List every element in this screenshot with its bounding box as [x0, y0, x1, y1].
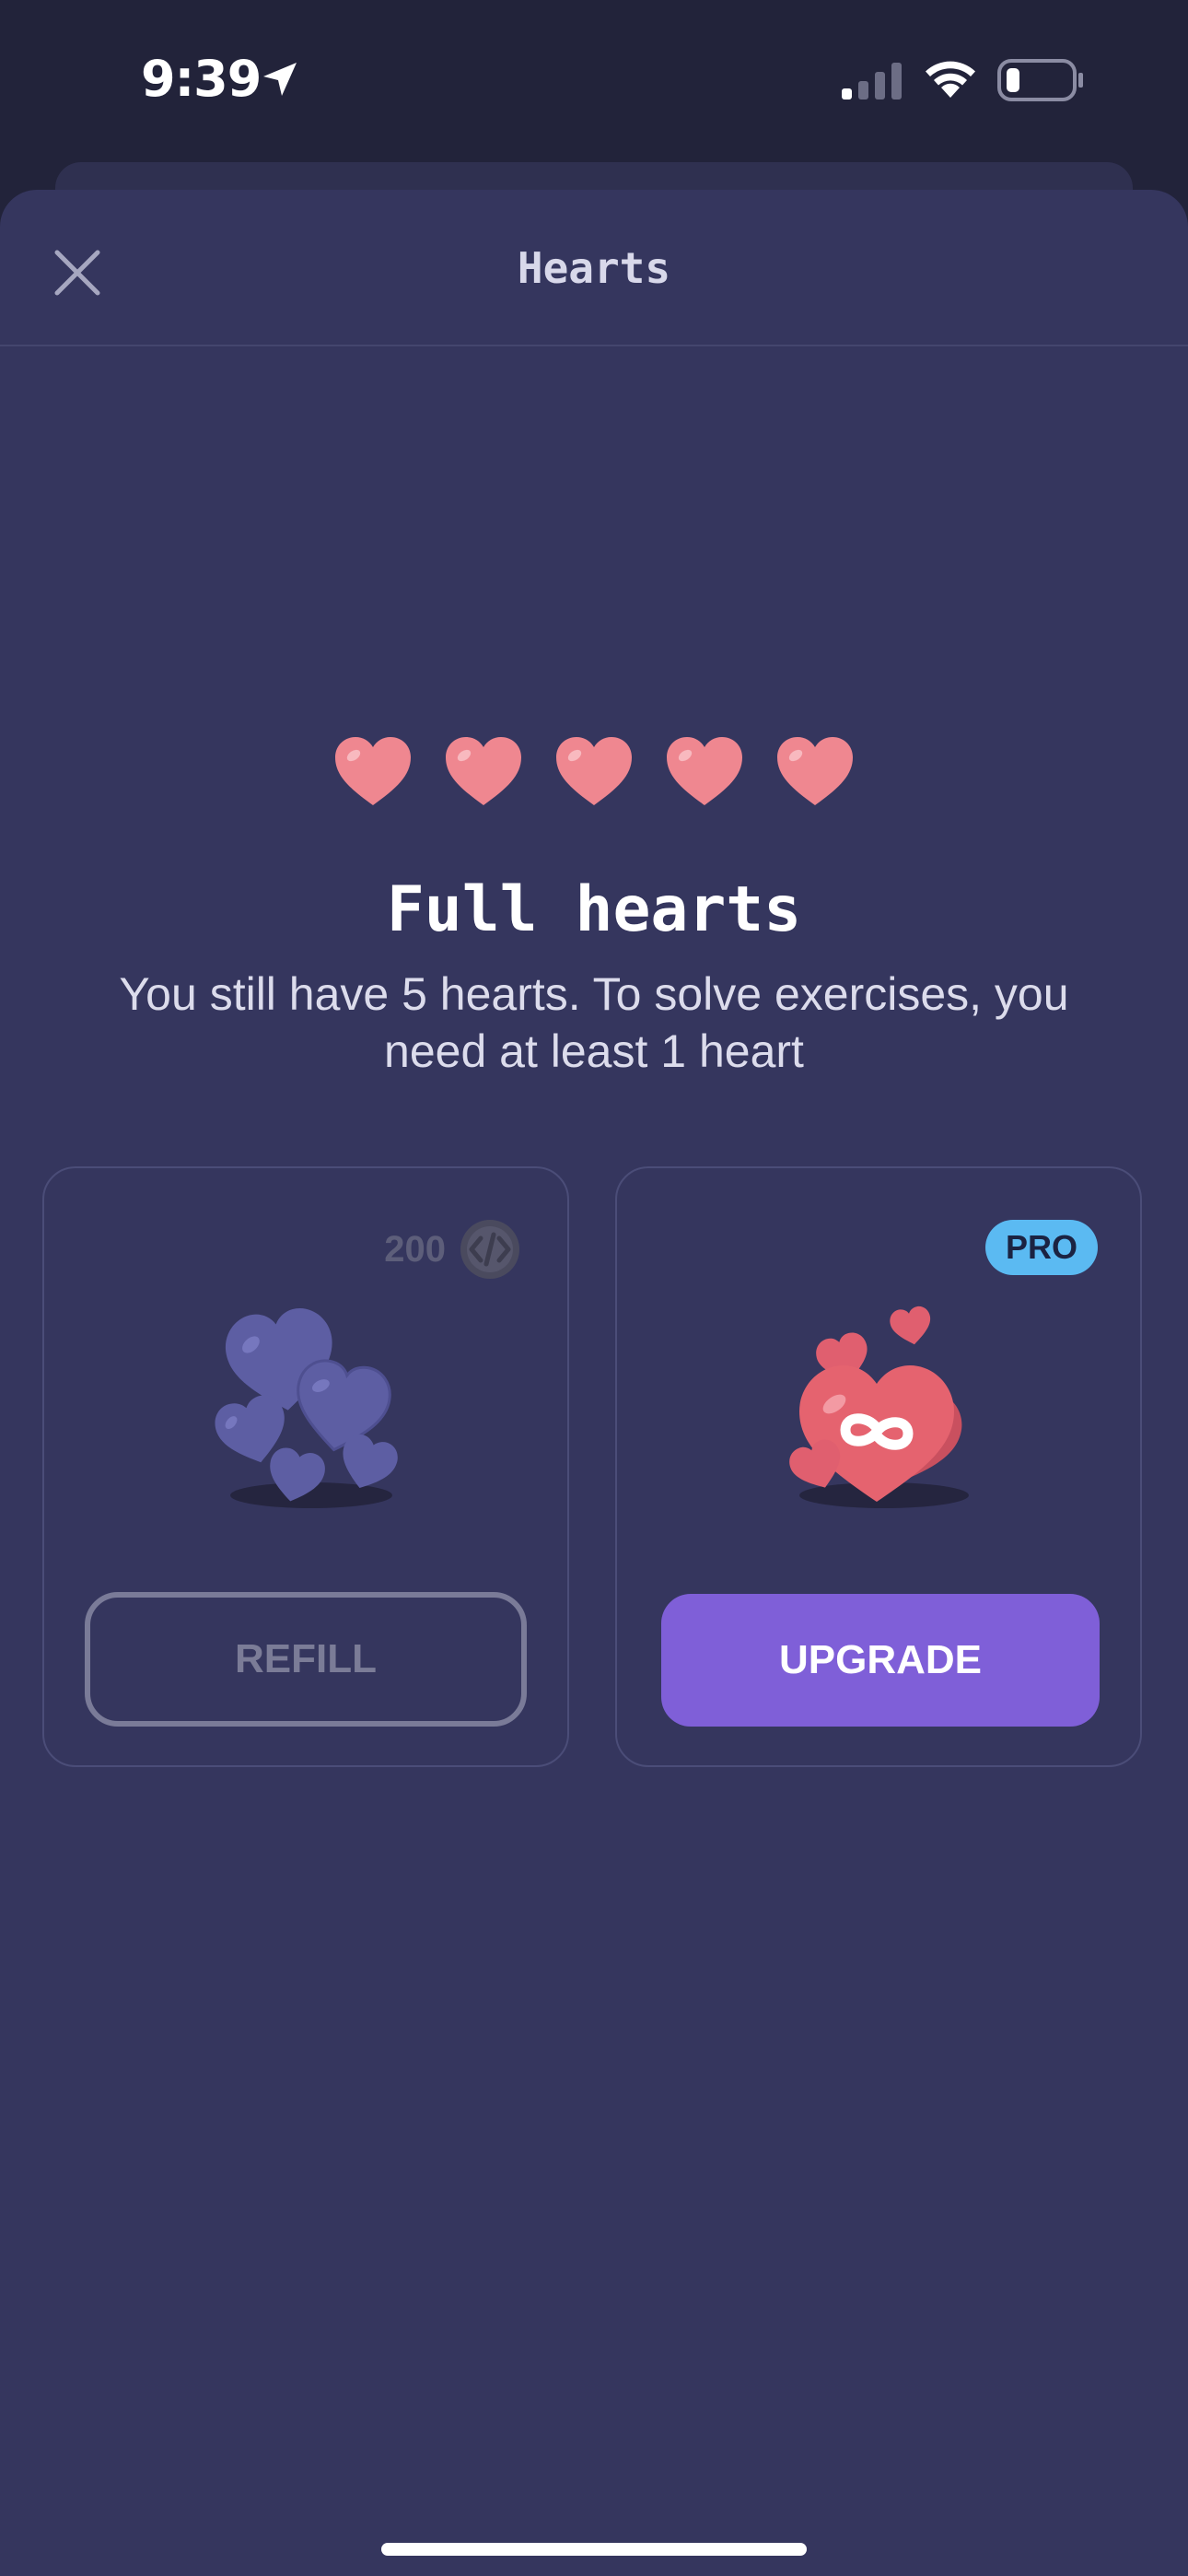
refill-button[interactable]: REFILL — [85, 1592, 527, 1727]
status-bar: 9:39 — [0, 0, 1188, 162]
status-time: 9:39 — [141, 50, 262, 108]
sheet-title: Hearts — [517, 243, 671, 293]
heart-icon — [335, 737, 411, 805]
heart-icon — [556, 737, 632, 805]
battery-icon — [997, 59, 1083, 101]
sheet-header: Hearts — [0, 190, 1188, 346]
infinite-hearts-illustration — [789, 1306, 969, 1508]
hearts-row — [0, 735, 1188, 818]
price-amount: 200 — [384, 1228, 446, 1270]
cellular-signal-icon — [842, 63, 902, 100]
pro-badge: PRO — [985, 1220, 1098, 1275]
home-indicator[interactable] — [381, 2543, 807, 2556]
purple-hearts-illustration — [215, 1308, 398, 1508]
pro-card: PRO UPGRADE — [615, 1166, 1142, 1767]
heart-icon — [667, 737, 742, 805]
description: You still have 5 hearts. To solve exerci… — [119, 968, 1069, 1077]
refill-card: 200 REFILL — [42, 1166, 569, 1767]
headline: Full hearts — [386, 873, 802, 946]
screen: 9:39 Hearts Full hearts You still have 5… — [0, 0, 1188, 2576]
location-arrow-icon — [263, 63, 297, 96]
heart-icon — [446, 737, 521, 805]
heart-icon — [777, 737, 853, 805]
wifi-icon — [926, 61, 975, 98]
upgrade-button[interactable]: UPGRADE — [661, 1594, 1100, 1727]
price: 200 — [384, 1218, 521, 1281]
code-coin-icon — [460, 1220, 519, 1279]
